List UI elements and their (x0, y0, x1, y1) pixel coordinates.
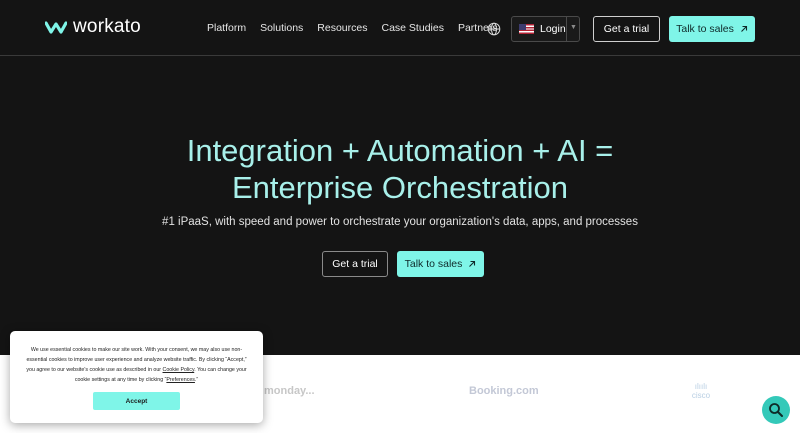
us-flag-icon (519, 24, 534, 34)
hero-title-line-1: Integration + Automation + AI = (186, 133, 614, 168)
hero-get-trial-label: Get a trial (332, 258, 378, 270)
cookie-consent-banner: We use essential cookies to make our sit… (10, 331, 263, 423)
cisco-logo-bars: ılıılı (694, 382, 708, 391)
cookie-consent-text: We use essential cookies to make our sit… (24, 345, 249, 385)
login-label: Login (540, 23, 566, 35)
hero-get-trial-button[interactable]: Get a trial (322, 251, 388, 277)
booking-logo: Booking.com (469, 385, 539, 397)
chevron-down-icon[interactable]: ▼ (570, 24, 577, 31)
login-divider (566, 17, 567, 41)
nav-item-platform[interactable]: Platform (207, 22, 246, 34)
search-button[interactable] (762, 396, 790, 424)
nav-item-case-studies[interactable]: Case Studies (382, 22, 444, 34)
login-button[interactable]: Login ▼ (511, 16, 580, 42)
hero-talk-to-sales-button[interactable]: Talk to sales (397, 251, 484, 277)
hero-subtitle: #1 iPaaS, with speed and power to orches… (162, 216, 638, 228)
nav-item-solutions[interactable]: Solutions (260, 22, 303, 34)
nav-item-resources[interactable]: Resources (317, 22, 367, 34)
workato-logo[interactable]: workato (45, 16, 141, 38)
arrow-up-right-icon (741, 25, 747, 32)
hero-title-line-2: Enterprise Orchestration (232, 170, 568, 205)
cisco-logo-text: cisco (691, 391, 711, 400)
arrow-up-right-icon (469, 260, 476, 267)
globe-icon[interactable] (487, 22, 501, 36)
get-trial-button[interactable]: Get a trial (593, 16, 660, 42)
talk-to-sales-label: Talk to sales (676, 23, 734, 35)
get-trial-label: Get a trial (603, 23, 650, 35)
hero-title: Integration + Automation + AI = Enterpri… (0, 132, 800, 206)
workato-logo-icon (45, 21, 67, 34)
cisco-logo: ılıılı cisco (684, 382, 718, 400)
brand-name: workato (73, 16, 141, 37)
search-icon (769, 403, 783, 417)
main-nav: Platform Solutions Resources Case Studie… (207, 22, 498, 34)
preferences-link[interactable]: Preferences (166, 377, 195, 383)
cookie-text-part-3: .” (194, 377, 199, 383)
accept-label: Accept (125, 397, 148, 405)
monday-logo: monday... (264, 385, 315, 397)
hero-talk-to-sales-label: Talk to sales (404, 258, 463, 270)
site-header: workato Platform Solutions Resources Cas… (0, 0, 800, 56)
accept-cookies-button[interactable]: Accept (93, 392, 180, 410)
cookie-policy-link[interactable]: Cookie Policy (163, 367, 195, 373)
talk-to-sales-button[interactable]: Talk to sales (669, 16, 755, 42)
